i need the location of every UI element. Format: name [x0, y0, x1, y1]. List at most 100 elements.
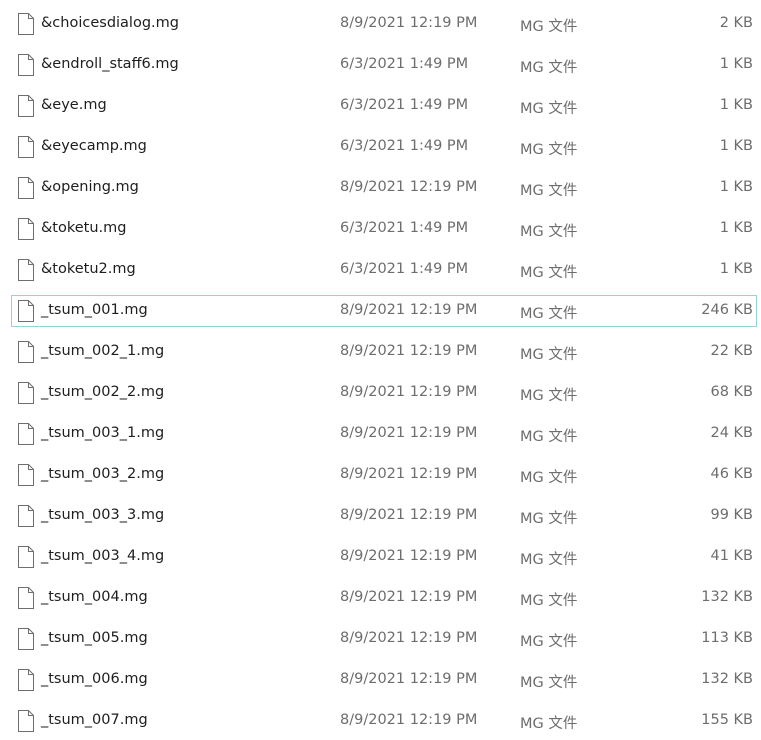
file-type: MG 文件 [520, 716, 578, 732]
file-name: _tsum_001.mg [41, 302, 148, 318]
file-row[interactable]: _tsum_002_1.mg 8/9/2021 12:19 PM MG 文件 2… [11, 336, 757, 368]
file-name: _tsum_003_4.mg [41, 548, 165, 564]
file-type: MG 文件 [520, 101, 578, 117]
file-type: MG 文件 [520, 265, 578, 281]
blank-file-icon [17, 382, 35, 404]
file-row[interactable]: _tsum_005.mg 8/9/2021 12:19 PM MG 文件 113… [11, 623, 757, 655]
blank-file-icon [17, 259, 35, 281]
file-row[interactable]: _tsum_006.mg 8/9/2021 12:19 PM MG 文件 132… [11, 664, 757, 696]
file-size: 1 KB [719, 97, 753, 113]
file-size: 99 KB [710, 507, 753, 523]
blank-file-icon [17, 505, 35, 527]
blank-file-icon [17, 341, 35, 363]
file-date-modified: 8/9/2021 12:19 PM [340, 179, 478, 195]
file-type: MG 文件 [520, 634, 578, 650]
file-name: _tsum_002_1.mg [41, 343, 165, 359]
file-size: 132 KB [701, 671, 753, 687]
blank-file-icon [17, 710, 35, 732]
file-row[interactable]: _tsum_004.mg 8/9/2021 12:19 PM MG 文件 132… [11, 582, 757, 614]
file-size: 24 KB [710, 425, 753, 441]
file-date-modified: 8/9/2021 12:19 PM [340, 425, 478, 441]
file-row[interactable]: _tsum_001.mg 8/9/2021 12:19 PM MG 文件 246… [11, 295, 757, 327]
file-size: 41 KB [710, 548, 753, 564]
blank-file-icon [17, 464, 35, 486]
file-type: MG 文件 [520, 470, 578, 486]
file-row[interactable]: &eyecamp.mg 6/3/2021 1:49 PM MG 文件 1 KB [11, 131, 757, 163]
file-date-modified: 8/9/2021 12:19 PM [340, 384, 478, 400]
blank-file-icon [17, 587, 35, 609]
file-date-modified: 8/9/2021 12:19 PM [340, 589, 478, 605]
file-date-modified: 8/9/2021 12:19 PM [340, 548, 478, 564]
file-type: MG 文件 [520, 511, 578, 527]
file-row[interactable]: &choicesdialog.mg 8/9/2021 12:19 PM MG 文… [11, 8, 757, 40]
file-size: 155 KB [701, 712, 753, 728]
blank-file-icon [17, 300, 35, 322]
file-type: MG 文件 [520, 306, 578, 322]
file-name: _tsum_003_3.mg [41, 507, 165, 523]
file-name: &endroll_staff6.mg [41, 56, 179, 72]
file-row[interactable]: &eye.mg 6/3/2021 1:49 PM MG 文件 1 KB [11, 90, 757, 122]
file-name: _tsum_002_2.mg [41, 384, 165, 400]
file-name: _tsum_007.mg [41, 712, 148, 728]
file-row[interactable]: _tsum_003_1.mg 8/9/2021 12:19 PM MG 文件 2… [11, 418, 757, 450]
file-date-modified: 6/3/2021 1:49 PM [340, 56, 469, 72]
file-size: 113 KB [701, 630, 753, 646]
blank-file-icon [17, 95, 35, 117]
file-size: 1 KB [719, 179, 753, 195]
blank-file-icon [17, 177, 35, 199]
blank-file-icon [17, 423, 35, 445]
file-date-modified: 8/9/2021 12:19 PM [340, 302, 478, 318]
file-row[interactable]: &opening.mg 8/9/2021 12:19 PM MG 文件 1 KB [11, 172, 757, 204]
file-name: _tsum_006.mg [41, 671, 148, 687]
file-date-modified: 8/9/2021 12:19 PM [340, 15, 478, 31]
file-date-modified: 8/9/2021 12:19 PM [340, 343, 478, 359]
file-row[interactable]: _tsum_002_2.mg 8/9/2021 12:19 PM MG 文件 6… [11, 377, 757, 409]
blank-file-icon [17, 669, 35, 691]
blank-file-icon [17, 218, 35, 240]
file-name: _tsum_004.mg [41, 589, 148, 605]
file-name: &choicesdialog.mg [41, 15, 179, 31]
file-name: _tsum_003_2.mg [41, 466, 165, 482]
file-type: MG 文件 [520, 388, 578, 404]
blank-file-icon [17, 54, 35, 76]
file-name: &toketu2.mg [41, 261, 136, 277]
file-type: MG 文件 [520, 675, 578, 691]
file-row[interactable]: &toketu.mg 6/3/2021 1:49 PM MG 文件 1 KB [11, 213, 757, 245]
file-size: 132 KB [701, 589, 753, 605]
blank-file-icon [17, 546, 35, 568]
file-date-modified: 8/9/2021 12:19 PM [340, 630, 478, 646]
file-size: 22 KB [710, 343, 753, 359]
file-type: MG 文件 [520, 60, 578, 76]
file-row[interactable]: &toketu2.mg 6/3/2021 1:49 PM MG 文件 1 KB [11, 254, 757, 286]
file-name: _tsum_005.mg [41, 630, 148, 646]
file-name: &opening.mg [41, 179, 139, 195]
file-date-modified: 6/3/2021 1:49 PM [340, 97, 469, 113]
file-size: 1 KB [719, 261, 753, 277]
file-date-modified: 6/3/2021 1:49 PM [340, 261, 469, 277]
file-row[interactable]: _tsum_003_4.mg 8/9/2021 12:19 PM MG 文件 4… [11, 541, 757, 573]
file-type: MG 文件 [520, 347, 578, 363]
file-row[interactable]: &endroll_staff6.mg 6/3/2021 1:49 PM MG 文… [11, 49, 757, 81]
file-row[interactable]: _tsum_003_2.mg 8/9/2021 12:19 PM MG 文件 4… [11, 459, 757, 491]
file-date-modified: 8/9/2021 12:19 PM [340, 466, 478, 482]
file-row[interactable]: _tsum_007.mg 8/9/2021 12:19 PM MG 文件 155… [11, 705, 757, 737]
file-size: 1 KB [719, 56, 753, 72]
blank-file-icon [17, 628, 35, 650]
file-date-modified: 8/9/2021 12:19 PM [340, 712, 478, 728]
file-name: _tsum_003_1.mg [41, 425, 165, 441]
file-size: 246 KB [701, 302, 753, 318]
file-name: &eye.mg [41, 97, 107, 113]
file-date-modified: 6/3/2021 1:49 PM [340, 138, 469, 154]
file-row[interactable]: _tsum_003_3.mg 8/9/2021 12:19 PM MG 文件 9… [11, 500, 757, 532]
file-name: &toketu.mg [41, 220, 127, 236]
file-date-modified: 8/9/2021 12:19 PM [340, 507, 478, 523]
file-size: 46 KB [710, 466, 753, 482]
file-size: 2 KB [719, 15, 753, 31]
file-date-modified: 6/3/2021 1:49 PM [340, 220, 469, 236]
file-type: MG 文件 [520, 183, 578, 199]
file-size: 1 KB [719, 220, 753, 236]
blank-file-icon [17, 13, 35, 35]
file-type: MG 文件 [520, 552, 578, 568]
file-type: MG 文件 [520, 429, 578, 445]
file-type: MG 文件 [520, 224, 578, 240]
